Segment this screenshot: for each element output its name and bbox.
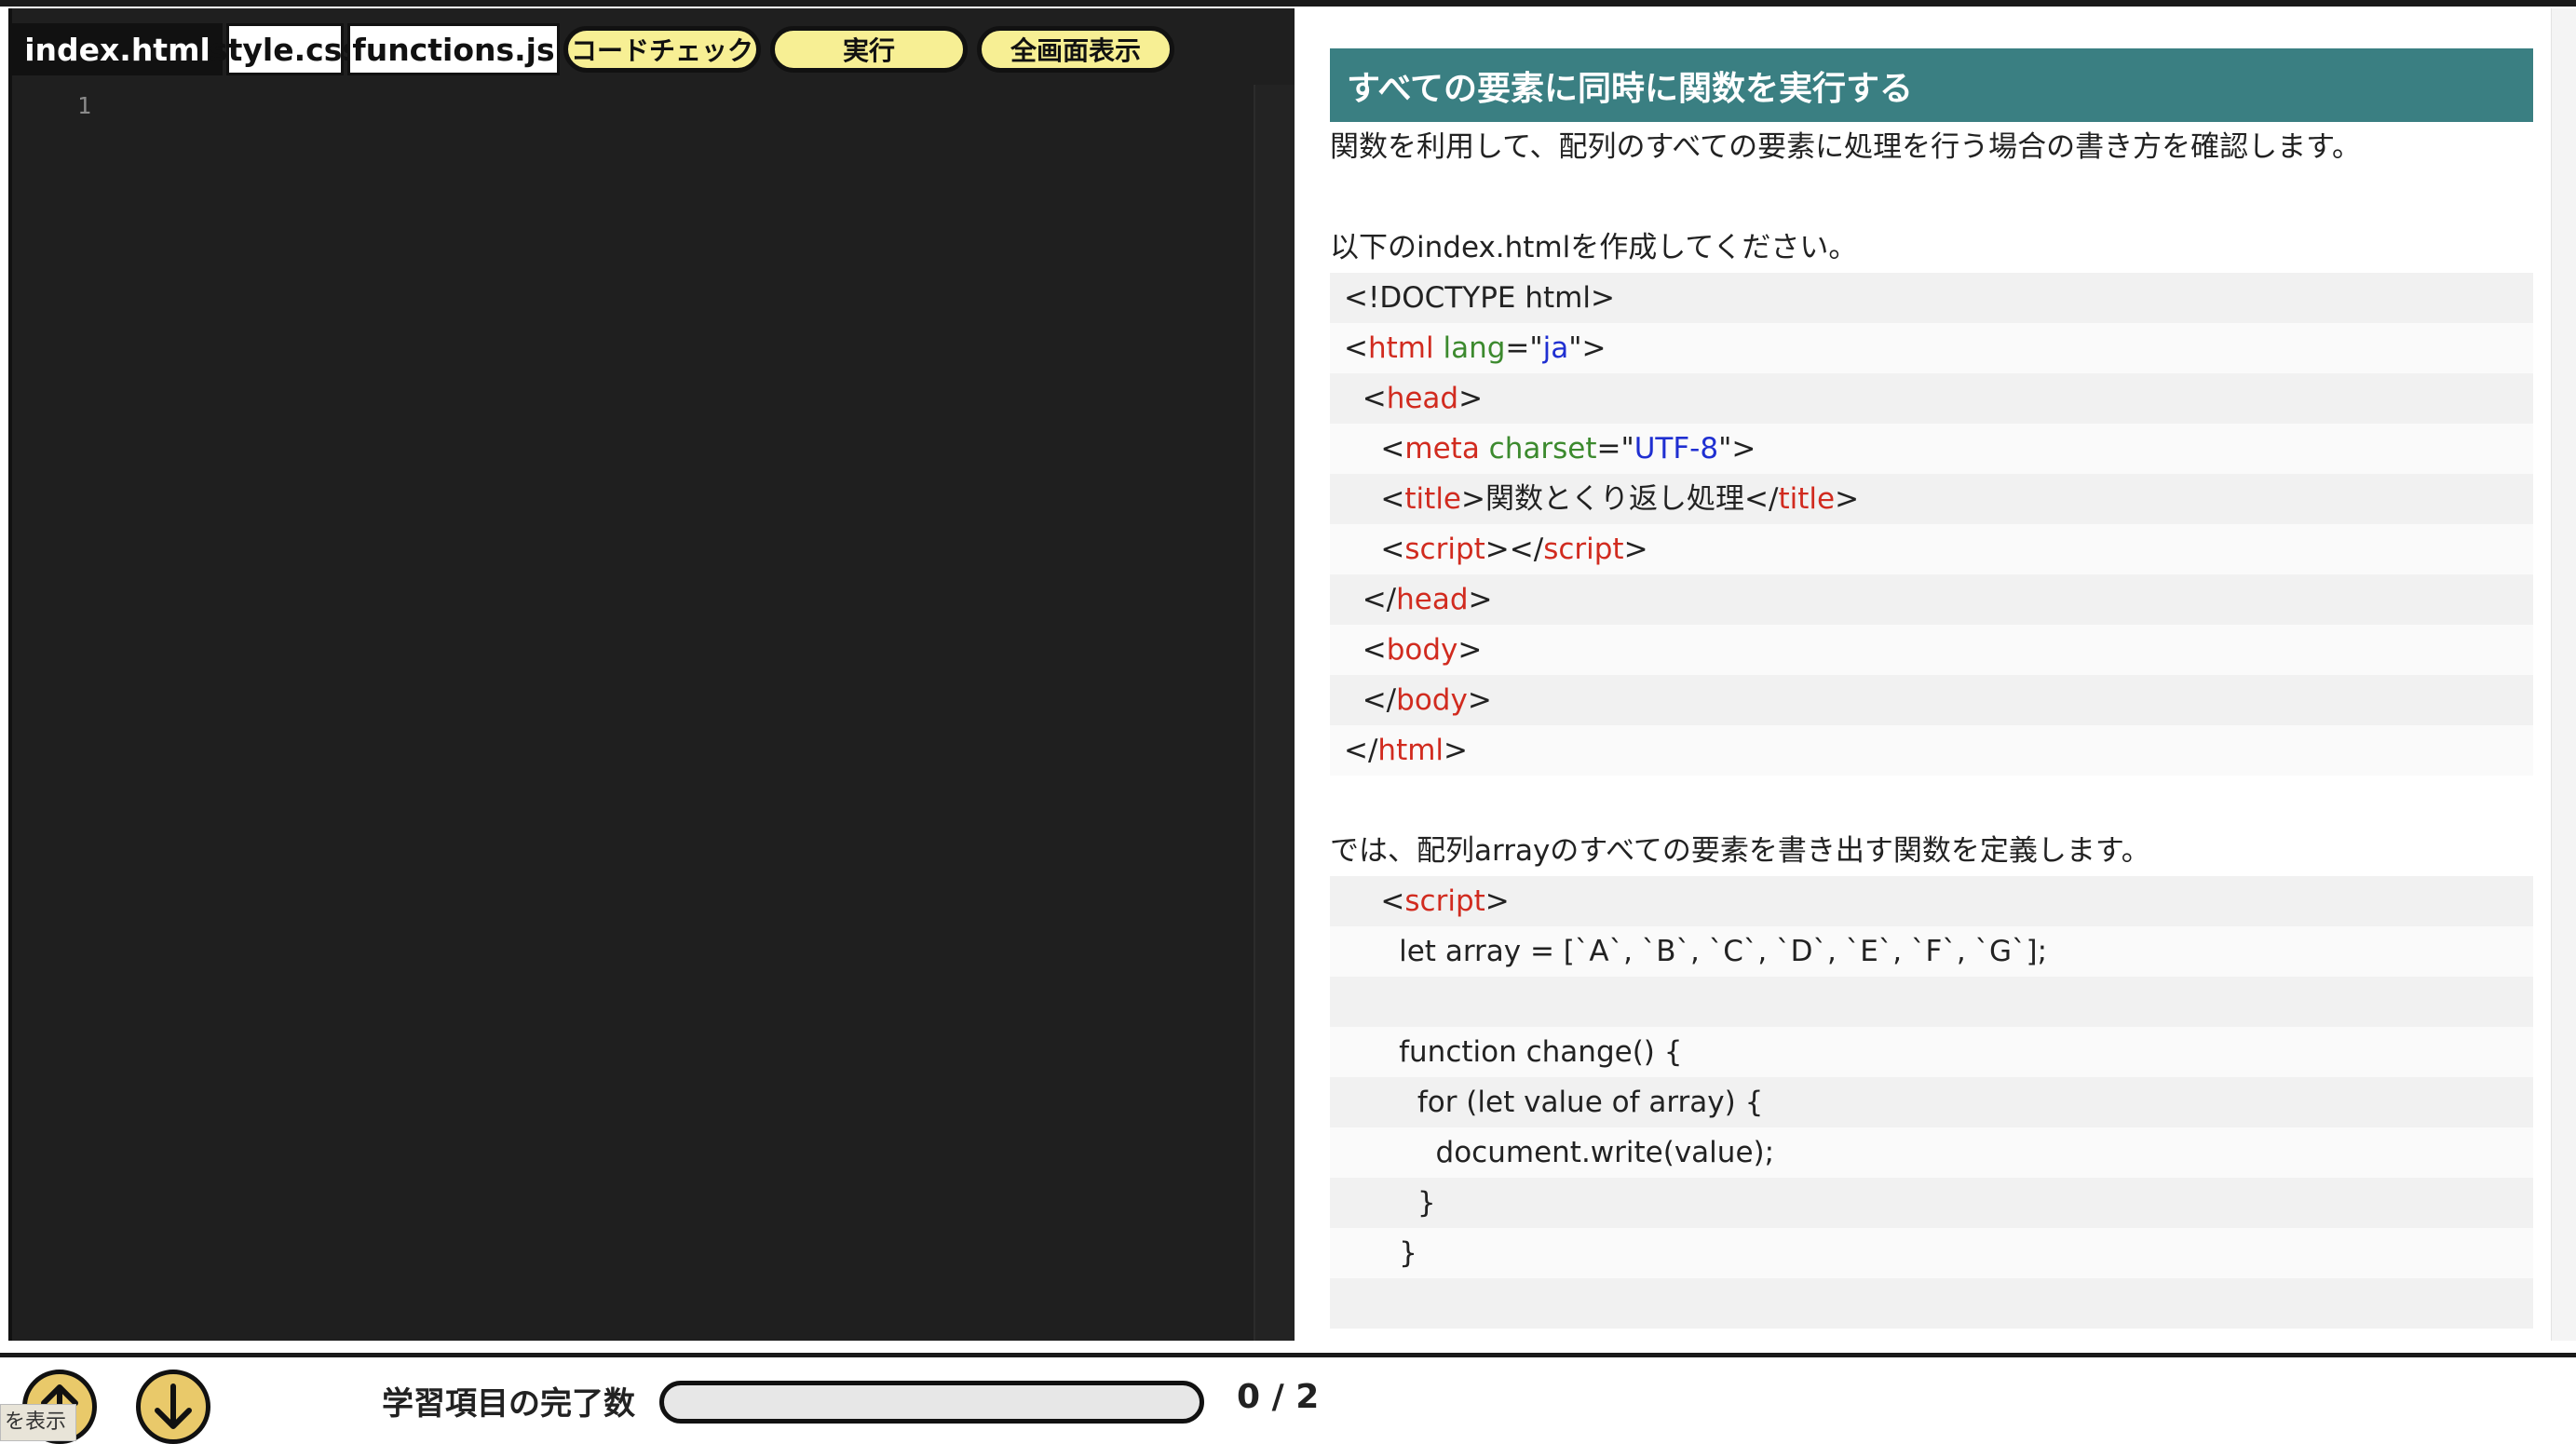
code-line: }	[1330, 1228, 2533, 1278]
code-line: </body>	[1330, 675, 2533, 725]
code-token: title	[1778, 482, 1836, 516]
top-border	[0, 0, 2576, 7]
code-line: <script>	[1330, 876, 2533, 926]
code-token: ">	[1718, 432, 1756, 466]
code-token: head	[1396, 583, 1469, 616]
code-token: <	[1344, 331, 1368, 365]
code-token: >関数とくり返し処理</	[1461, 482, 1779, 516]
code-token: ">	[1568, 331, 1607, 365]
run-button[interactable]: 実行	[770, 26, 968, 73]
code-line: <meta charset="UTF-8">	[1330, 424, 2533, 474]
code-token: title	[1404, 482, 1461, 516]
code-input-area[interactable]	[115, 85, 1260, 1332]
code-token: >	[1457, 633, 1483, 667]
code-token: document.write(value);	[1344, 1136, 1775, 1169]
code-line: </head>	[1330, 574, 2533, 625]
instruction-text: では、配列arrayのすべての要素を書き出す関数を定義します。	[1330, 834, 2150, 868]
arrow-down-icon	[155, 1383, 192, 1429]
code-token: <	[1344, 633, 1387, 667]
code-token: script	[1543, 533, 1624, 566]
code-token: script	[1404, 533, 1485, 566]
code-token: <	[1344, 884, 1405, 918]
code-token: let array = [`A`, `B`, `C`, `D`, `E`, `F…	[1344, 935, 2048, 968]
code-line: </html>	[1330, 725, 2533, 776]
tab-index-html[interactable]: index.html	[12, 23, 223, 75]
lesson-heading: すべての要素に同時に関数を実行する	[1330, 48, 2533, 122]
code-token: >	[1467, 683, 1492, 717]
editor-toolbar: index.html style.css functions.js コードチェッ…	[12, 18, 1184, 81]
instruction-text: 以下のindex.htmlを作成してください。	[1330, 231, 1858, 264]
code-line: <html lang="ja">	[1330, 323, 2533, 373]
script-code-block: <script> let array = [`A`, `B`, `C`, `D`…	[1330, 876, 2533, 1329]
instructions-panel: すべての要素に同時に関数を実行する 関数を利用して、配列のすべての要素に処理を行…	[1295, 8, 2576, 1341]
intro-text: 関数を利用して、配列のすべての要素に処理を行う場合の書き方を確認します。	[1330, 130, 2362, 164]
code-token: >	[1835, 482, 1860, 516]
progress-bar	[659, 1381, 1204, 1424]
instructions-scrollbar[interactable]	[2551, 8, 2576, 1341]
code-token: html	[1367, 331, 1434, 365]
line-number: 1	[77, 92, 92, 119]
code-token: ja	[1542, 331, 1569, 365]
editor-scrollbar[interactable]	[1254, 85, 1295, 1341]
code-line: function change() {	[1330, 1027, 2533, 1077]
code-token: >	[1444, 734, 1469, 767]
code-line: <head>	[1330, 373, 2533, 424]
code-token: </	[1344, 683, 1397, 717]
code-line: document.write(value);	[1330, 1127, 2533, 1178]
code-token: <!DOCTYPE html>	[1344, 281, 1615, 315]
code-token: }	[1344, 1236, 1417, 1270]
code-line: }	[1330, 1178, 2533, 1228]
code-token: lang	[1443, 331, 1506, 365]
code-line	[1330, 977, 2533, 1027]
code-line: let array = [`A`, `B`, `C`, `D`, `E`, `F…	[1330, 926, 2533, 977]
code-token: >	[1485, 884, 1510, 918]
code-token: body	[1386, 633, 1458, 667]
code-token: }	[1344, 1186, 1436, 1220]
code-token: <	[1344, 533, 1405, 566]
code-token: html	[1377, 734, 1444, 767]
code-token: UTF-8	[1634, 432, 1719, 466]
code-token: <	[1344, 382, 1387, 415]
code-token: >	[1468, 583, 1493, 616]
code-token: function change() {	[1344, 1035, 1683, 1069]
code-token: body	[1396, 683, 1468, 717]
code-token: </	[1344, 583, 1397, 616]
code-line: for (let value of array) {	[1330, 1077, 2533, 1127]
code-token: >	[1623, 533, 1648, 566]
bottom-bar: を表示 学習項目の完了数 0 / 2	[0, 1353, 2576, 1444]
code-line: <script></script>	[1330, 524, 2533, 574]
code-token: >	[1458, 382, 1484, 415]
code-token: charset	[1488, 432, 1597, 466]
code-token: head	[1386, 382, 1459, 415]
scroll-down-button[interactable]	[136, 1370, 210, 1444]
code-token: ="	[1596, 432, 1634, 466]
code-editor[interactable]: index.html style.css functions.js コードチェッ…	[8, 8, 1295, 1341]
progress-label: 学習項目の完了数	[382, 1385, 635, 1423]
code-line: <!DOCTYPE html>	[1330, 273, 2533, 323]
code-line: <body>	[1330, 625, 2533, 675]
code-token: ></	[1485, 533, 1544, 566]
fullscreen-button[interactable]: 全画面表示	[977, 26, 1174, 73]
code-token: <	[1344, 482, 1405, 516]
code-token: meta	[1404, 432, 1480, 466]
code-line	[1330, 1278, 2533, 1329]
code-token: script	[1404, 884, 1485, 918]
code-line: <title>関数とくり返し処理</title>	[1330, 474, 2533, 524]
code-token: ="	[1505, 331, 1543, 365]
tab-style-css[interactable]: style.css	[210, 23, 360, 75]
code-token: for (let value of array) {	[1344, 1086, 1764, 1119]
progress-count: 0 / 2	[1237, 1378, 1320, 1416]
html-code-block: <!DOCTYPE html> <html lang="ja"> <head> <…	[1330, 273, 2533, 776]
tab-functions-js[interactable]: functions.js	[347, 23, 560, 75]
show-label[interactable]: を表示	[0, 1404, 77, 1441]
code-token: </	[1344, 734, 1378, 767]
code-token: <	[1344, 432, 1405, 466]
code-check-button[interactable]: コードチェック	[563, 26, 761, 73]
